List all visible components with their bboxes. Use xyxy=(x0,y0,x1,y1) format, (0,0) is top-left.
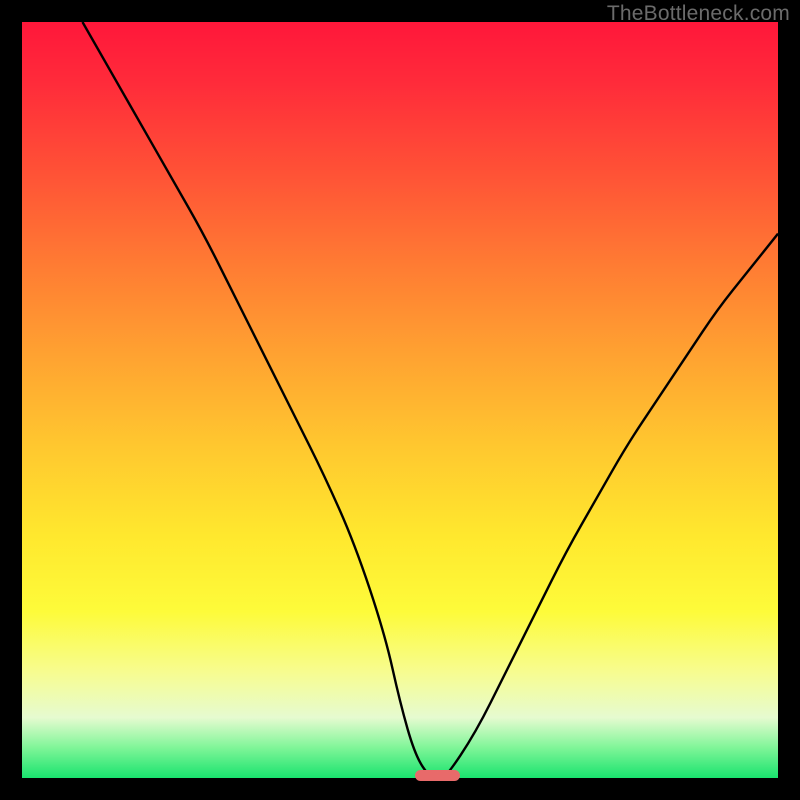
plot-area xyxy=(22,22,778,778)
bottleneck-curve xyxy=(82,22,778,778)
chart-frame: TheBottleneck.com xyxy=(0,0,800,800)
minimum-marker xyxy=(415,770,460,781)
bottleneck-curve-svg xyxy=(22,22,778,778)
